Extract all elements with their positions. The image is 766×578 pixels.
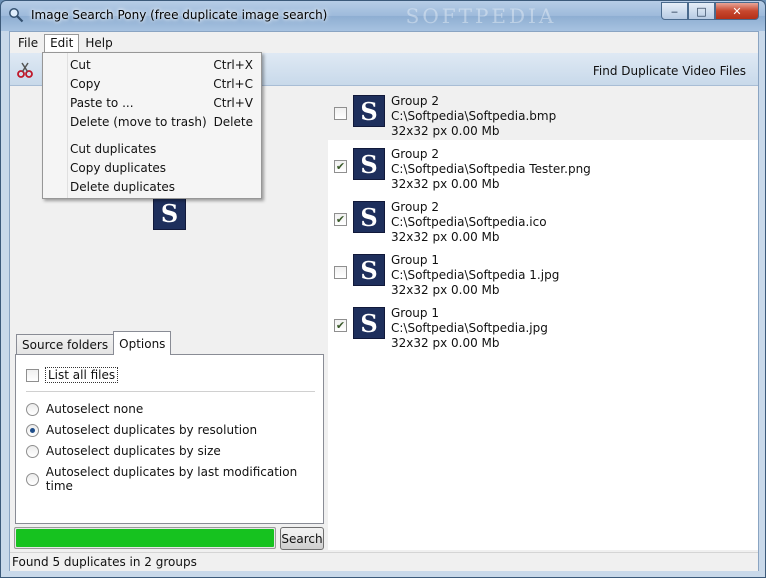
menu-item-copy[interactable]: Copy Ctrl+C — [43, 75, 261, 94]
thumbnail: S — [353, 201, 385, 233]
menu-item-delete-duplicates[interactable]: Delete duplicates — [43, 178, 261, 197]
menu-item-label: Delete duplicates — [70, 180, 176, 194]
preview-image: S — [153, 197, 186, 230]
file-info: 32x32 px 0.00 Mb — [391, 230, 500, 244]
maximize-button[interactable]: □ — [688, 2, 715, 20]
file-path: C:\Softpedia\Softpedia Tester.png — [391, 162, 591, 176]
radio-label: Autoselect duplicates by last modificati… — [45, 465, 298, 493]
radio-autoselect-modification[interactable]: Autoselect duplicates by last modificati… — [26, 465, 323, 493]
radio-label: Autoselect duplicates by size — [46, 444, 221, 458]
radio-button[interactable] — [26, 444, 39, 458]
window-title: Image Search Pony (free duplicate image … — [31, 8, 328, 22]
menu-item-label: Copy duplicates — [70, 161, 167, 175]
app-window: Image Search Pony (free duplicate image … — [0, 0, 766, 578]
menu-item-shortcut: Delete — [213, 115, 253, 129]
menu-item-label: Cut duplicates — [70, 142, 157, 156]
result-row[interactable]: ✔ S Group 1 C:\Softpedia\Softpedia.jpg 3… — [328, 299, 758, 352]
progress-bar — [14, 527, 276, 549]
menu-item-label: Delete (move to trash) — [70, 115, 207, 129]
menu-item-label: Paste to ... — [70, 96, 134, 110]
menu-item-cut-duplicates[interactable]: Cut duplicates — [43, 140, 261, 159]
menu-edit[interactable]: Edit — [44, 33, 80, 52]
file-info: 32x32 px 0.00 Mb — [391, 177, 500, 191]
row-checkbox[interactable] — [334, 266, 347, 279]
radio-button[interactable] — [26, 402, 39, 416]
thumbnail: S — [353, 148, 385, 180]
radio-button[interactable] — [26, 472, 39, 486]
file-info: 32x32 px 0.00 Mb — [391, 336, 500, 350]
result-row[interactable]: ✔ S Group 2 C:\Softpedia\Softpedia.ico 3… — [328, 193, 758, 246]
file-info: 32x32 px 0.00 Mb — [391, 283, 500, 297]
radio-autoselect-size[interactable]: Autoselect duplicates by size — [26, 444, 221, 458]
results-list: S Group 2 C:\Softpedia\Softpedia.bmp 32x… — [328, 87, 758, 550]
search-button[interactable]: Search — [280, 527, 324, 550]
menu-help[interactable]: Help — [79, 34, 118, 52]
row-checkbox[interactable]: ✔ — [334, 319, 347, 332]
minimize-button[interactable]: ‒ — [661, 2, 688, 20]
menu-item-shortcut: Ctrl+V — [213, 96, 253, 110]
group-label: Group 1 — [391, 306, 439, 320]
menu-item-label: Cut — [70, 58, 91, 72]
group-label: Group 1 — [391, 253, 439, 267]
find-video-link[interactable]: Find Duplicate Video Files — [593, 64, 746, 78]
menu-item-label: Copy — [70, 77, 101, 91]
file-path: C:\Softpedia\Softpedia.ico — [391, 215, 547, 229]
title-bar[interactable]: Image Search Pony (free duplicate image … — [1, 1, 765, 31]
row-checkbox[interactable]: ✔ — [334, 160, 347, 173]
result-row[interactable]: ✔ S Group 2 C:\Softpedia\Softpedia Teste… — [328, 140, 758, 193]
list-all-files-checkbox[interactable] — [26, 368, 39, 382]
radio-label: Autoselect duplicates by resolution — [46, 423, 258, 437]
radio-autoselect-none[interactable]: Autoselect none — [26, 402, 143, 416]
group-label: Group 2 — [391, 147, 439, 161]
divider — [26, 391, 315, 392]
progress-fill — [16, 529, 274, 547]
tab-options[interactable]: Options — [113, 331, 172, 355]
tab-source-folders[interactable]: Source folders — [16, 334, 115, 355]
group-label: Group 2 — [391, 200, 439, 214]
options-panel: List all files Autoselect none Autoselec… — [15, 354, 324, 524]
menu-bar: File Edit Help — [10, 32, 758, 53]
menu-item-shortcut: Ctrl+X — [213, 58, 253, 72]
tab-strip: Source folders Options — [16, 331, 172, 355]
row-checkbox[interactable]: ✔ — [334, 213, 347, 226]
close-button[interactable]: ✕ — [715, 2, 759, 20]
radio-button[interactable] — [26, 423, 39, 437]
thumbnail: S — [353, 254, 385, 286]
file-path: C:\Softpedia\Softpedia 1.jpg — [391, 268, 560, 282]
radio-autoselect-resolution[interactable]: Autoselect duplicates by resolution — [26, 423, 257, 437]
watermark: SOFTPEDIA — [405, 4, 557, 28]
menu-item-copy-duplicates[interactable]: Copy duplicates — [43, 159, 261, 178]
menu-file[interactable]: File — [12, 34, 44, 52]
result-row[interactable]: S Group 2 C:\Softpedia\Softpedia.bmp 32x… — [328, 87, 758, 140]
result-row[interactable]: S Group 1 C:\Softpedia\Softpedia 1.jpg 3… — [328, 246, 758, 299]
magnifier-icon — [9, 8, 24, 23]
menu-item-paste-to[interactable]: Paste to ... Ctrl+V — [43, 94, 261, 113]
group-label: Group 2 — [391, 94, 439, 108]
file-path: C:\Softpedia\Softpedia.jpg — [391, 321, 548, 335]
radio-label: Autoselect none — [46, 402, 144, 416]
row-checkbox[interactable] — [334, 107, 347, 120]
thumbnail: S — [353, 307, 385, 339]
file-info: 32x32 px 0.00 Mb — [391, 124, 500, 138]
menu-item-delete[interactable]: Delete (move to trash) Delete — [43, 113, 261, 132]
status-bar: Found 5 duplicates in 2 groups — [10, 552, 758, 571]
list-all-files-option[interactable]: List all files — [26, 367, 119, 383]
menu-item-cut[interactable]: Cut Ctrl+X — [43, 56, 261, 75]
list-all-files-label: List all files — [45, 367, 119, 383]
menu-item-shortcut: Ctrl+C — [213, 77, 253, 91]
scissors-icon — [17, 62, 33, 78]
thumbnail: S — [353, 95, 385, 127]
file-path: C:\Softpedia\Softpedia.bmp — [391, 109, 557, 123]
edit-menu-dropdown: Cut Ctrl+X Copy Ctrl+C Paste to ... Ctrl… — [42, 52, 262, 199]
